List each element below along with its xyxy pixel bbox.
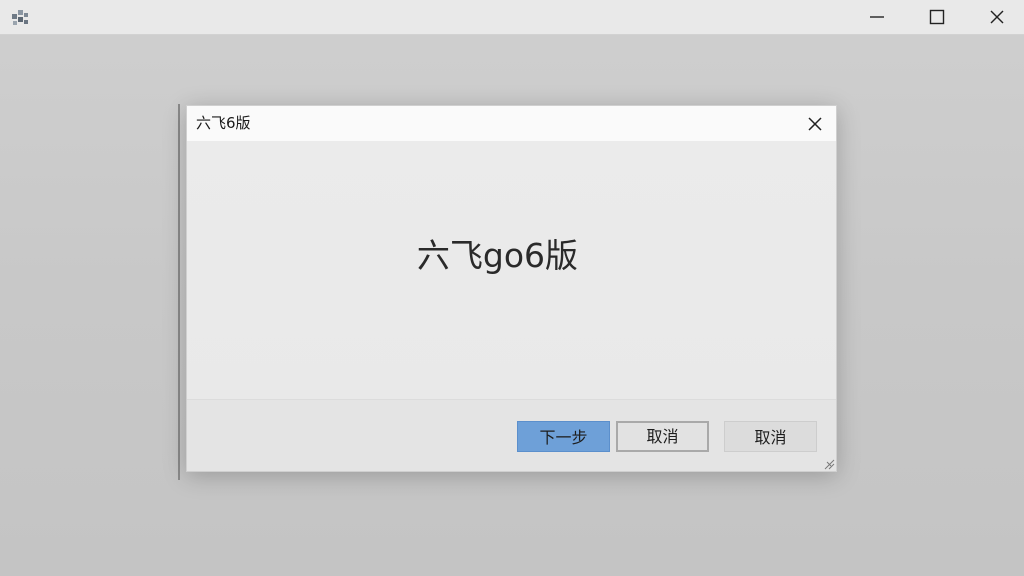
minimize-button[interactable]	[848, 0, 906, 34]
window-close-button[interactable]	[968, 0, 1024, 34]
cancel-button-secondary[interactable]: 取消	[724, 421, 817, 452]
dialog-title: 六飞6版	[196, 114, 251, 132]
setup-dialog: 六飞6版 六飞go6版 下一步 取消 取消	[186, 105, 837, 472]
resize-grip-icon[interactable]	[823, 458, 835, 470]
dialog-headline: 六飞go6版	[416, 236, 579, 275]
window-titlebar	[0, 0, 1024, 35]
maximize-icon	[929, 9, 945, 25]
minimize-icon	[870, 16, 884, 18]
maximize-button[interactable]	[908, 0, 966, 34]
close-icon	[990, 10, 1004, 24]
dialog-footer: 下一步 取消 取消	[187, 399, 836, 471]
app-puzzle-icon	[12, 10, 28, 25]
dialog-content: 六飞go6版	[187, 141, 836, 399]
dialog-shadow-edge	[178, 104, 180, 480]
close-icon	[808, 117, 822, 131]
next-button[interactable]: 下一步	[517, 421, 610, 452]
cancel-button[interactable]: 取消	[616, 421, 709, 452]
dialog-titlebar: 六飞6版	[187, 106, 836, 141]
dialog-close-button[interactable]	[801, 112, 829, 136]
